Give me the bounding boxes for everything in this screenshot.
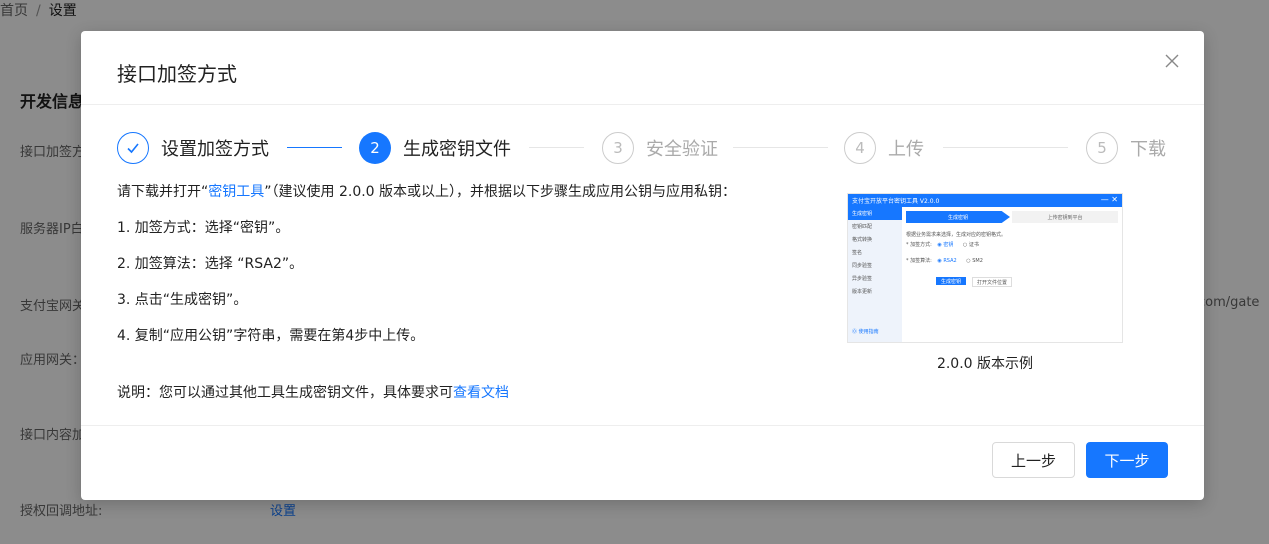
note-text: 说明：您可以通过其他工具生成密钥文件，具体要求可查看文档	[117, 382, 509, 402]
step-4-label: 上传	[888, 139, 924, 160]
preview-generate-button: 生成密钥	[936, 277, 966, 285]
step-connector-4	[943, 147, 1068, 148]
step-5: 5 下载	[1086, 130, 1166, 166]
dialog-title: 接口加签方式	[117, 62, 237, 86]
preview-hint: 根据业务需求来选择，生成对应的密钥格式。	[906, 232, 1007, 238]
next-button[interactable]: 下一步	[1086, 442, 1168, 478]
preview-help: ⓪ 使用指南	[852, 329, 879, 335]
preview-caption: 2.0.0 版本示例	[936, 356, 1034, 372]
instruction-3: 3. 点击“生成密钥”。	[117, 292, 248, 308]
preview-window-controls: — ✕	[1100, 195, 1118, 204]
intro-after: ”（建议使用 2.0.0 版本或以上），并根据以下步骤生成应用公钥与应用私钥：	[264, 184, 737, 200]
intro-text: 请下载并打开“密钥工具”（建议使用 2.0.0 版本或以上），并根据以下步骤生成…	[117, 181, 736, 201]
preview-tab-active: 生成密钥	[906, 211, 1010, 223]
preview-sidebar-item: 版本更新	[852, 289, 873, 295]
step-4: 4 上传	[844, 130, 924, 166]
prev-button[interactable]: 上一步	[992, 442, 1075, 478]
note-before: 说明：您可以通过其他工具生成密钥文件，具体要求可	[117, 385, 453, 401]
step-3-label: 安全验证	[646, 139, 718, 160]
step-2-number: 2	[359, 132, 391, 164]
header-divider	[81, 104, 1204, 105]
intro-before: 请下载并打开“	[117, 184, 209, 200]
preview-sidebar-item: 签名	[852, 250, 863, 256]
preview-algo-row: * 加签算法: ◉ RSA2 ○ SM2	[906, 257, 983, 264]
step-connector-3	[733, 147, 828, 148]
preview-method-label: * 加签方式:	[906, 242, 932, 248]
step-3-number: 3	[602, 132, 634, 164]
preview-algo-other: ○ SM2	[966, 258, 983, 264]
preview-method-other: ○ 证书	[962, 242, 979, 248]
preview-sidebar: 生成密钥 密钥匹配 格式转换 签名 同步验签 异步验签 版本更新 ⓪ 使用指南	[848, 207, 902, 342]
step-1: 设置加签方式	[117, 130, 269, 166]
steps-bar: 设置加签方式 2 生成密钥文件 3 安全验证 4 上传 5 下载	[117, 130, 1167, 166]
footer-divider	[81, 425, 1204, 426]
preview-window-title: 支付宝开放平台密钥工具 V2.0.0	[852, 198, 940, 205]
close-icon[interactable]	[1160, 49, 1184, 73]
step-1-label: 设置加签方式	[161, 139, 269, 160]
key-tool-link[interactable]: 密钥工具	[208, 184, 264, 200]
step-5-label: 下载	[1130, 139, 1166, 160]
step-2-label: 生成密钥文件	[403, 139, 511, 160]
step-5-number: 5	[1086, 132, 1118, 164]
preview-method-row: * 加签方式: ◉ 密钥 ○ 证书	[906, 241, 979, 248]
preview-titlebar: 支付宝开放平台密钥工具 V2.0.0 — ✕	[848, 194, 1122, 207]
step-connector-1	[287, 147, 342, 148]
preview-main: 生成密钥 上传密钥到平台 根据业务需求来选择，生成对应的密钥格式。 * 加签方式…	[902, 207, 1122, 342]
preview-method-selected: ◉ 密钥	[937, 242, 954, 248]
preview-open-location-button: 打开文件位置	[972, 277, 1012, 287]
step-2: 2 生成密钥文件	[359, 130, 511, 166]
sign-method-dialog: 接口加签方式 设置加签方式 2 生成密钥文件 3 安全验证 4 上传 5 下载 …	[81, 31, 1204, 500]
step-connector-2	[529, 147, 584, 148]
preview-tab-inactive: 上传密钥到平台	[1012, 211, 1118, 223]
preview-sidebar-item: 异步验签	[852, 276, 873, 282]
preview-algo-selected: ◉ RSA2	[937, 258, 957, 264]
instruction-1: 1. 加签方式：选择“密钥”。	[117, 220, 290, 236]
preview-algo-label: * 加签算法:	[906, 258, 932, 264]
view-docs-link[interactable]: 查看文档	[453, 385, 509, 401]
instruction-2: 2. 加签算法：选择 “RSA2”。	[117, 256, 304, 272]
check-icon	[117, 132, 149, 164]
instruction-4: 4. 复制“应用公钥”字符串，需要在第4步中上传。	[117, 328, 425, 344]
preview-sidebar-item: 同步验签	[852, 263, 873, 269]
preview-sidebar-item: 格式转换	[852, 237, 873, 243]
tool-screenshot-example: 支付宝开放平台密钥工具 V2.0.0 — ✕ 生成密钥 密钥匹配 格式转换 签名…	[847, 193, 1123, 343]
step-4-number: 4	[844, 132, 876, 164]
step-3: 3 安全验证	[602, 130, 718, 166]
preview-sidebar-item: 生成密钥	[848, 207, 902, 220]
preview-sidebar-item: 密钥匹配	[852, 224, 873, 230]
